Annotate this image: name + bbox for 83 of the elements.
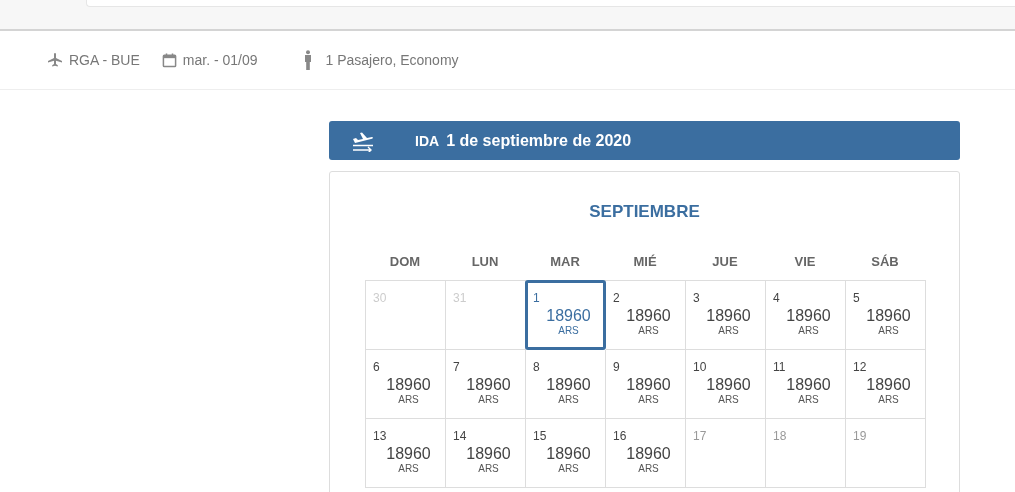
weekday-label: VIE — [793, 253, 817, 269]
day-price: 18960 — [866, 376, 911, 394]
currency-label: ARS — [718, 394, 739, 405]
day-number: 1 — [533, 291, 540, 307]
currency-label: ARS — [558, 325, 579, 336]
day-number: 15 — [533, 429, 547, 445]
currency-label: ARS — [398, 463, 419, 474]
day-price: 18960 — [386, 376, 431, 394]
day-cell[interactable]: 7 18960 ARS — [446, 350, 526, 419]
date-text: mar. - 01/09 — [182, 52, 258, 68]
day-price: 18960 — [866, 307, 911, 325]
day-cell[interactable]: 3 18960 ARS — [686, 281, 766, 350]
day-number: 6 — [373, 360, 380, 376]
day-cell[interactable]: 10 18960 ARS — [686, 350, 766, 419]
day-number: 5 — [853, 291, 860, 307]
day-price: 18960 — [626, 376, 671, 394]
day-cell[interactable]: 1 18960 ARS — [525, 280, 606, 350]
day-price: 18960 — [466, 376, 511, 394]
calendar-icon — [161, 52, 177, 68]
passengers-text: 1 Pasajero, Economy — [325, 52, 459, 68]
weekday-label: MAR — [549, 253, 581, 269]
currency-label: ARS — [798, 394, 819, 405]
currency-label: ARS — [478, 463, 499, 474]
day-cell[interactable]: 11 18960 ARS — [766, 350, 846, 419]
weekday-label: SÁB — [870, 253, 900, 269]
day-number: 16 — [613, 429, 627, 445]
day-price: 18960 — [546, 376, 591, 394]
currency-label: ARS — [638, 463, 659, 474]
day-cell[interactable]: 8 18960 ARS — [526, 350, 606, 419]
airplane-icon — [47, 52, 63, 68]
day-cell[interactable]: 12 18960 ARS — [846, 350, 926, 419]
day-number: 19 — [853, 429, 867, 445]
day-price: 18960 — [706, 376, 751, 394]
day-price: 18960 — [786, 376, 831, 394]
day-number: 2 — [613, 291, 620, 307]
day-price: 18960 — [466, 445, 511, 463]
day-number: 7 — [453, 360, 460, 376]
day-price: 18960 — [626, 307, 671, 325]
currency-label: ARS — [798, 325, 819, 336]
currency-label: ARS — [478, 394, 499, 405]
day-number: 14 — [453, 429, 467, 445]
day-price: 18960 — [386, 445, 431, 463]
currency-label: ARS — [558, 394, 579, 405]
currency-label: ARS — [558, 463, 579, 474]
currency-label: ARS — [638, 325, 659, 336]
day-cell[interactable]: 15 18960 ARS — [526, 419, 606, 488]
day-number: 11 — [773, 360, 786, 376]
day-number: 12 — [853, 360, 867, 376]
day-number: 3 — [693, 291, 700, 307]
day-price: 18960 — [706, 307, 751, 325]
day-price: 18960 — [546, 307, 591, 325]
currency-label: ARS — [718, 325, 739, 336]
day-number: 8 — [533, 360, 540, 376]
weekday-label: MIÉ — [632, 253, 658, 269]
weekday-label: JUE — [711, 253, 739, 269]
day-number: 18 — [773, 429, 787, 445]
leg-label: IDA — [415, 132, 440, 149]
leg-date: 1 de septiembre de 2020 — [446, 131, 632, 150]
route-text: RGA - BUE — [69, 52, 140, 68]
weekday-label: LUN — [470, 253, 500, 269]
day-cell[interactable]: 6 18960 ARS — [366, 350, 446, 419]
day-number: 9 — [613, 360, 620, 376]
currency-label: ARS — [398, 394, 419, 405]
person-icon — [303, 50, 312, 70]
day-price: 18960 — [626, 445, 671, 463]
day-cell[interactable]: 16 18960 ARS — [606, 419, 686, 488]
day-cell[interactable]: 2 18960 ARS — [606, 281, 686, 350]
day-cell[interactable]: 5 18960 ARS — [846, 281, 926, 350]
currency-label: ARS — [878, 325, 899, 336]
currency-label: ARS — [638, 394, 659, 405]
day-cell[interactable]: 4 18960 ARS — [766, 281, 846, 350]
day-cell[interactable]: 13 18960 ARS — [366, 419, 446, 488]
day-cell[interactable]: 9 18960 ARS — [606, 350, 686, 419]
currency-label: ARS — [878, 394, 899, 405]
day-cell[interactable]: 14 18960 ARS — [446, 419, 526, 488]
month-title: SEPTIEMBRE — [588, 202, 701, 222]
weekday-label: DOM — [388, 253, 422, 269]
day-number: 4 — [773, 291, 780, 307]
day-number: 10 — [693, 360, 707, 376]
day-price: 18960 — [546, 445, 591, 463]
day-number: 17 — [693, 429, 707, 445]
day-price: 18960 — [786, 307, 831, 325]
day-number: 13 — [373, 429, 387, 445]
